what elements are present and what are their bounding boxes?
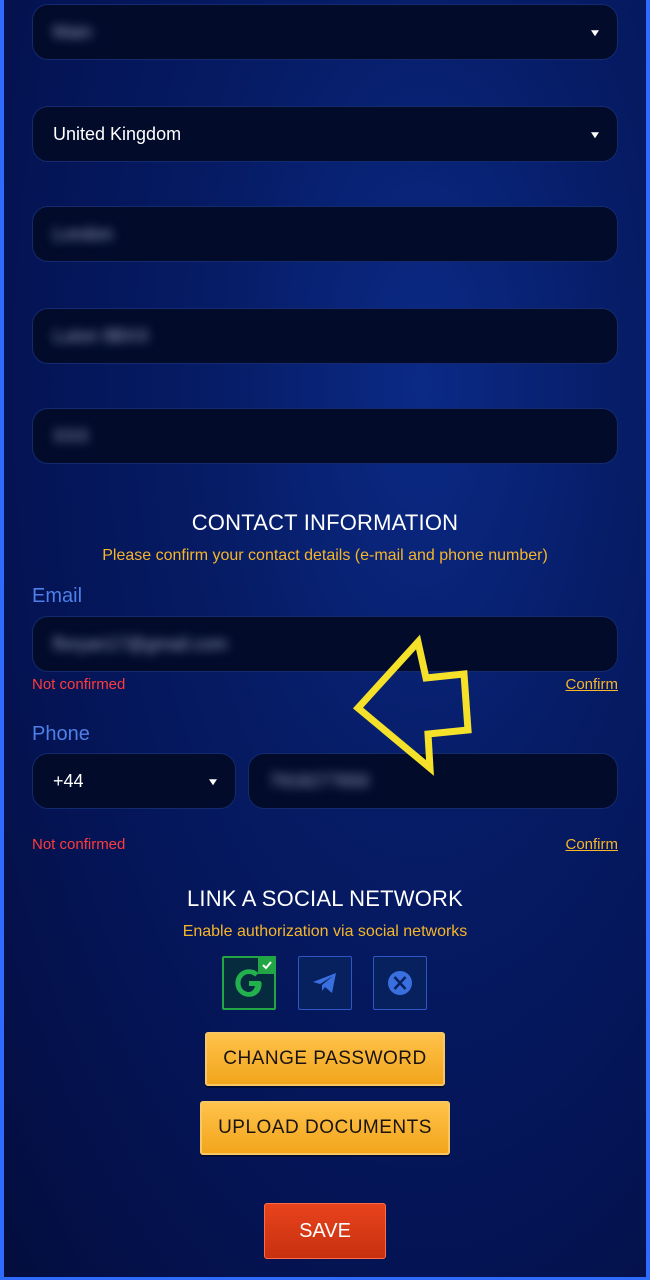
frame-right-border [646,0,650,1280]
pointer-arrow-icon [352,634,472,776]
phone-status: Not confirmed [32,836,126,853]
telegram-link-button[interactable] [298,956,352,1010]
city-value: London [53,223,114,244]
phone-confirm-link[interactable]: Confirm [565,836,618,853]
social-subtitle: Enable authorization via social networks [182,923,468,940]
contact-title: CONTACT INFORMATION [191,510,459,535]
region-select[interactable]: Main [32,4,618,60]
country-select[interactable]: United Kingdom [32,106,618,162]
chevron-down-icon [591,30,599,37]
postcode-input[interactable]: Luton 9BXX [32,308,618,364]
contact-subtitle: Please confirm your contact details (e-m… [102,547,548,564]
email-status: Not confirmed [32,676,126,693]
social-title: LINK A SOCIAL NETWORK [186,886,463,911]
google-link-button[interactable] [222,956,276,1010]
region-value: Main [53,21,93,42]
save-button[interactable]: SAVE [264,1203,386,1259]
email-value: floryan17@gmail.com [53,633,228,654]
phone-code-value: +44 [53,770,84,791]
city-input[interactable]: London [32,206,618,262]
street-value: XXX [53,425,90,446]
chevron-down-icon [591,132,599,139]
phone-label: Phone [32,723,90,745]
phone-code-select[interactable]: +44 [32,753,236,809]
x-link-button[interactable] [373,956,427,1010]
country-value: United Kingdom [53,123,182,144]
linked-check-icon [258,956,276,974]
email-field[interactable]: floryan17@gmail.com [32,616,618,672]
email-label: Email [32,585,83,607]
street-input[interactable]: XXX [32,408,618,464]
x-icon [388,971,412,995]
email-confirm-link[interactable]: Confirm [565,676,618,693]
upload-documents-button[interactable]: UPLOAD DOCUMENTS [200,1101,450,1155]
chevron-down-icon [209,779,217,786]
telegram-icon [313,973,336,993]
change-password-button[interactable]: CHANGE PASSWORD [205,1032,445,1086]
frame-left-border [0,0,4,1280]
postcode-value: Luton 9BXX [53,325,150,346]
